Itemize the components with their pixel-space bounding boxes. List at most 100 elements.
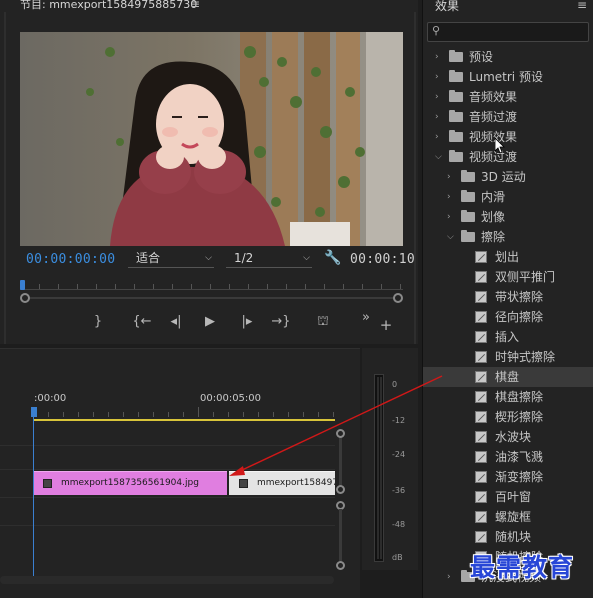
monitor-controls-row: 00:00:00:00 适合 ⌵ 1/2 ⌵ 🔧 00:00:10 [0, 250, 418, 270]
meter-label: -48 [392, 520, 406, 529]
chevron-right-icon[interactable]: › [435, 87, 445, 107]
scrollbar-handle[interactable] [336, 429, 345, 438]
effects-search-input[interactable]: ⚲ [427, 22, 589, 42]
ruler-tick [288, 412, 289, 417]
panel-menu-icon[interactable]: ≡ [190, 0, 200, 10]
chevron-right-icon[interactable]: › [447, 207, 457, 227]
effects-folder[interactable]: › 划像 [423, 207, 593, 227]
zoom-fit-select[interactable]: 适合 ⌵ [128, 250, 214, 268]
chevron-right-icon[interactable]: › [447, 167, 457, 187]
ruler-tick [153, 412, 154, 417]
ruler-tick [248, 284, 249, 289]
timeline-horizontal-scrollbar[interactable] [0, 576, 334, 584]
effect-item[interactable]: 楔形擦除 [423, 407, 593, 427]
work-area-bar[interactable] [33, 419, 335, 421]
effect-item[interactable]: 渐变擦除 [423, 467, 593, 487]
ruler-tick [108, 412, 109, 417]
meter-label: 0 [392, 380, 398, 389]
step-forward-icon[interactable]: |▸ [237, 314, 257, 329]
program-monitor-title[interactable]: 节目: mmexport1584975885730 [20, 0, 197, 11]
effect-item[interactable]: 油漆飞溅 [423, 447, 593, 467]
ruler-tick [138, 412, 139, 417]
ruler-tick [303, 412, 304, 417]
monitor-playhead[interactable] [20, 280, 25, 290]
effects-panel-title[interactable]: 效果 [435, 0, 459, 14]
effect-item[interactable]: 带状擦除 [423, 287, 593, 307]
play-icon[interactable]: ▶ [200, 314, 220, 329]
folder-icon [461, 190, 475, 202]
timeline-clip[interactable]: mmexport1584975 [229, 471, 335, 495]
ruler-tick [198, 407, 199, 417]
wrench-icon[interactable]: 🔧 [324, 250, 341, 266]
step-back-icon[interactable]: ◂| [166, 314, 186, 329]
chevron-right-icon[interactable]: › [435, 107, 445, 127]
scrollbar-handle[interactable] [336, 485, 345, 494]
zoom-scrollbar-track[interactable] [24, 297, 400, 299]
effects-folder[interactable]: › 3D 运动 [423, 167, 593, 187]
ruler-tick [123, 412, 124, 417]
zoom-scrollbar-left-handle[interactable] [20, 293, 30, 303]
image-clip-icon [239, 479, 248, 488]
zoom-scrollbar-right-handle[interactable] [393, 293, 403, 303]
add-button-icon[interactable]: + [376, 316, 396, 334]
effect-item[interactable]: 随机块 [423, 527, 593, 547]
chevron-right-icon[interactable]: › [447, 567, 457, 587]
scrollbar-handle[interactable] [336, 561, 345, 570]
chevron-right-icon[interactable]: › [435, 67, 445, 87]
scrollbar-track[interactable] [339, 433, 342, 489]
transition-effect-icon [475, 491, 487, 503]
effect-item[interactable]: 百叶窗 [423, 487, 593, 507]
transition-effect-icon [475, 271, 487, 283]
effects-folder[interactable]: › 音频效果 [423, 87, 593, 107]
chevron-down-icon[interactable]: ⌵ [435, 147, 445, 167]
track-divider [0, 445, 335, 446]
mark-out-icon[interactable]: } [88, 314, 108, 329]
timeline-ruler[interactable] [33, 407, 335, 417]
effects-folder[interactable]: › 视频效果 [423, 127, 593, 147]
more-controls-icon[interactable]: » [356, 310, 376, 325]
effect-item[interactable]: 水波块 [423, 427, 593, 447]
timeline-playhead[interactable] [31, 407, 37, 417]
ruler-tick [134, 284, 135, 289]
effects-folder[interactable]: ⌵ 擦除 [423, 227, 593, 247]
transition-effect-icon [475, 431, 487, 443]
effect-item[interactable]: 棋盘 [423, 367, 593, 387]
track-scrollbar[interactable] [336, 429, 345, 570]
transition-effect-icon [475, 291, 487, 303]
chevron-right-icon[interactable]: › [435, 47, 445, 67]
tree-item-label: 内滑 [481, 190, 506, 204]
ruler-tick [58, 284, 59, 289]
effects-folder[interactable]: › Lumetri 预设 [423, 67, 593, 87]
effect-item[interactable]: 划出 [423, 247, 593, 267]
effects-folder[interactable]: › 预设 [423, 47, 593, 67]
timeline-clip[interactable]: mmexport1587356561904.jpg [33, 471, 227, 495]
ruler-tick [258, 412, 259, 417]
effects-folder[interactable]: › 内滑 [423, 187, 593, 207]
ruler-tick [96, 284, 97, 289]
playback-resolution-select[interactable]: 1/2 ⌵ [226, 250, 312, 268]
chevron-down-icon[interactable]: ⌵ [447, 227, 457, 247]
tree-item-label: 视频效果 [469, 130, 518, 144]
go-to-in-icon[interactable]: {← [132, 314, 152, 329]
effect-item[interactable]: 螺旋框 [423, 507, 593, 527]
effect-item[interactable]: 径向擦除 [423, 307, 593, 327]
effect-item[interactable]: 棋盘擦除 [423, 387, 593, 407]
current-timecode[interactable]: 00:00:00:00 [26, 252, 115, 267]
tree-item-label: 油漆飞溅 [495, 450, 544, 464]
panel-menu-icon[interactable]: ≡ [577, 0, 587, 12]
track-divider [0, 497, 335, 498]
effects-folder[interactable]: ⌵ 视频过渡 [423, 147, 593, 167]
go-to-out-icon[interactable]: →} [271, 314, 291, 329]
effect-item[interactable]: 插入 [423, 327, 593, 347]
chevron-right-icon[interactable]: › [447, 187, 457, 207]
export-frame-icon[interactable]: ⛫ [313, 314, 333, 331]
monitor-scrub-bar[interactable] [20, 278, 403, 308]
mouse-cursor-icon [495, 138, 505, 154]
tree-item-label: 划像 [481, 210, 506, 224]
effects-folder[interactable]: › 音频过渡 [423, 107, 593, 127]
scrollbar-track[interactable] [339, 509, 342, 565]
chevron-right-icon[interactable]: › [435, 127, 445, 147]
folder-icon [449, 70, 463, 82]
effect-item[interactable]: 双侧平推门 [423, 267, 593, 287]
effect-item[interactable]: 时钟式擦除 [423, 347, 593, 367]
